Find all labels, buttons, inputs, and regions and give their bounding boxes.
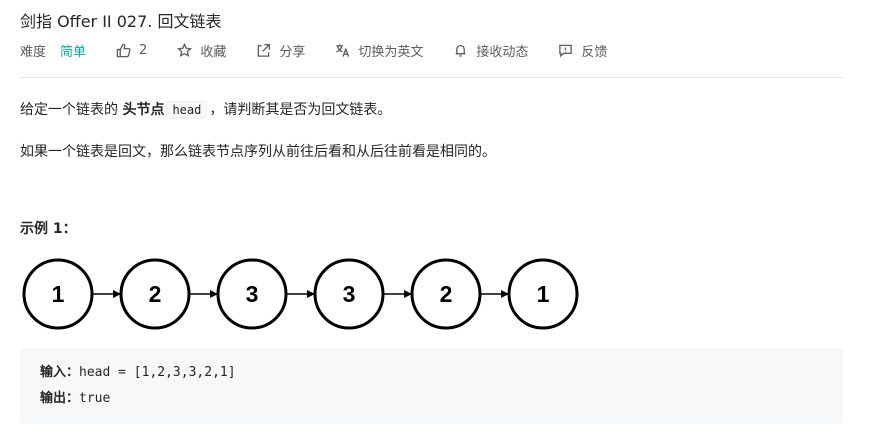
input-value: head = [1,2,3,3,2,1] — [79, 365, 236, 380]
share-icon — [258, 43, 271, 57]
list-node-value: 1 — [537, 281, 550, 307]
problem-toolbar: 难度 简单 2 收藏 分享 切换为英文 接收动态 反馈 — [20, 40, 637, 60]
difficulty-label: 难度 — [20, 44, 47, 60]
subscribe-button[interactable]: 接收动态 — [453, 41, 528, 60]
translate-button[interactable]: 切换为英文 — [335, 41, 423, 60]
like-button[interactable]: 2 — [116, 43, 147, 58]
feedback-icon — [559, 44, 573, 57]
example-output-line: 输出：true — [40, 388, 823, 414]
star-icon — [177, 42, 193, 57]
output-value: true — [79, 391, 111, 406]
list-node: 2 — [119, 258, 191, 330]
input-label: 输入： — [40, 365, 80, 380]
feedback-label: 反馈 — [581, 44, 608, 60]
list-node-value: 1 — [52, 281, 65, 307]
difficulty-value: 简单 — [60, 44, 87, 60]
description-paragraph-2: 如果一个链表是回文，那么链表节点序列从前往后看和从后往前看是相同的。 — [20, 144, 496, 160]
share-button[interactable]: 分享 — [256, 41, 305, 60]
example-title: 示例 1： — [20, 221, 77, 237]
desc-bold-term: 头节点 — [122, 102, 165, 118]
feedback-button[interactable]: 反馈 — [558, 41, 607, 60]
example-code-block: 输入：head = [1,2,3,3,2,1] 输出：true — [20, 348, 843, 424]
list-node: 1 — [22, 258, 94, 330]
collect-button[interactable]: 收藏 — [177, 41, 226, 60]
list-node-value: 3 — [246, 281, 259, 307]
example-input-line: 输入：head = [1,2,3,3,2,1] — [40, 362, 823, 388]
desc-inline-code: head — [166, 101, 208, 119]
collect-label: 收藏 — [200, 44, 227, 60]
like-count: 2 — [139, 42, 148, 58]
problem-title: 剑指 Offer II 027. 回文链表 — [20, 12, 222, 31]
header-divider — [20, 77, 843, 78]
translate-icon — [336, 43, 350, 57]
list-node-value: 2 — [440, 281, 453, 307]
bell-icon — [455, 44, 466, 57]
list-node: 3 — [216, 258, 288, 330]
output-label: 输出： — [40, 391, 80, 406]
subscribe-label: 接收动态 — [476, 44, 529, 60]
share-label: 分享 — [279, 44, 306, 60]
linked-list-diagram: 1 2 3 3 2 1 — [22, 258, 579, 330]
desc-text-2: ，请判断其是否为回文链表。 — [209, 102, 392, 118]
desc-text-1: 给定一个链表的 — [20, 102, 123, 118]
list-node: 2 — [410, 258, 482, 330]
thumbs-up-icon — [116, 43, 131, 57]
description-paragraph-1: 给定一个链表的 头节点 head ，请判断其是否为回文链表。 — [20, 99, 391, 119]
list-node: 3 — [313, 258, 385, 330]
list-node-value: 3 — [343, 281, 356, 307]
translate-label: 切换为英文 — [358, 44, 424, 60]
list-node: 1 — [507, 258, 579, 330]
list-node-value: 2 — [149, 281, 162, 307]
